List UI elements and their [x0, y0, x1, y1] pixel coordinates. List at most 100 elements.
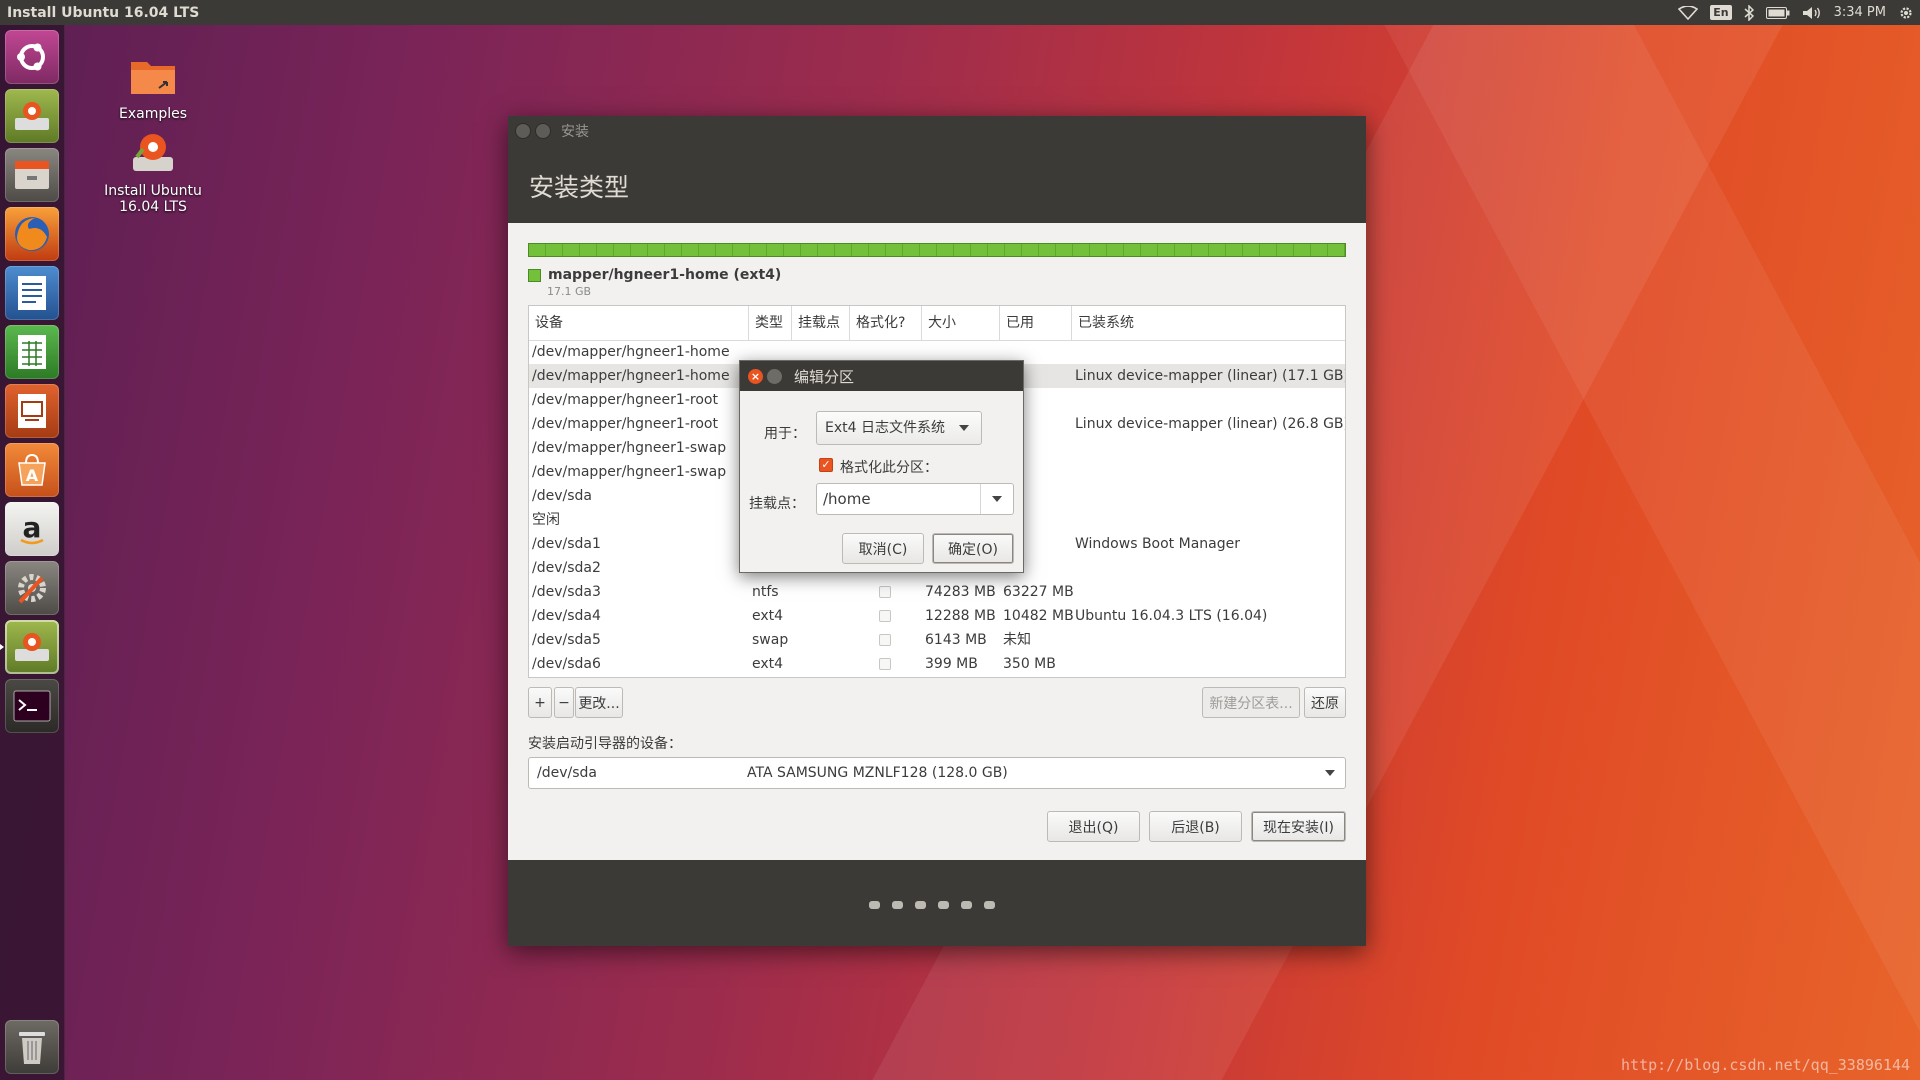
cell-device: /dev/mapper/hgneer1-root [532, 416, 718, 432]
col-size[interactable]: 大小 [922, 306, 1000, 340]
minimize-icon[interactable] [767, 368, 782, 384]
desktop-install-ubuntu[interactable]: Install Ubuntu 16.04 LTS [93, 127, 213, 215]
active-window-title: Install Ubuntu 16.04 LTS [7, 4, 200, 21]
cancel-button[interactable]: 取消(C) [842, 533, 924, 564]
cell-device: /dev/mapper/hgneer1-swap [532, 440, 727, 456]
format-checkbox[interactable] [879, 634, 891, 646]
cell-device: /dev/sda2 [532, 560, 601, 576]
use-as-label: 用于： [764, 426, 806, 442]
progress-dots [869, 901, 995, 909]
partition-size: 17.1 GB [547, 285, 592, 298]
installer-icon[interactable] [5, 89, 59, 143]
quit-button[interactable]: 退出(Q) [1047, 811, 1140, 842]
col-device[interactable]: 设备 [529, 306, 749, 340]
cell-used: 未知 [1003, 632, 1031, 648]
col-system[interactable]: 已装系统 [1072, 306, 1345, 340]
change-partition-button[interactable]: 更改... [575, 687, 623, 718]
format-checkbox[interactable]: ✓ [819, 458, 833, 472]
page-title: 安装类型 [529, 173, 630, 202]
use-as-select[interactable]: Ext4 日志文件系统 [816, 411, 982, 445]
cell-system: Linux device-mapper (linear) (26.8 GB) [1075, 416, 1346, 432]
ubuntu-dash-icon[interactable] [5, 30, 59, 84]
minimize-icon[interactable] [535, 123, 551, 139]
partition-color-swatch [528, 268, 541, 282]
system-settings-icon[interactable] [5, 561, 59, 615]
cell-used: 10482 MB [1003, 608, 1074, 624]
clock[interactable]: 3:34 PM [1834, 5, 1886, 20]
boot-device-select[interactable]: /dev/sda ATA SAMSUNG MZNLF128 (128.0 GB) [528, 757, 1346, 789]
mount-point-combo[interactable]: /home [816, 483, 1014, 515]
gear-icon[interactable] [1898, 5, 1914, 21]
cell-type: ntfs [752, 584, 779, 600]
software-center-icon[interactable]: A [5, 443, 59, 497]
terminal-icon[interactable] [5, 679, 59, 733]
format-label: 格式化此分区： [840, 460, 938, 476]
keyboard-layout-indicator[interactable]: En [1710, 5, 1732, 20]
col-type[interactable]: 类型 [749, 306, 792, 340]
cell-size: 74283 MB [925, 584, 996, 600]
cell-type: ext4 [752, 608, 784, 624]
remove-partition-button[interactable]: − [554, 687, 574, 718]
new-partition-table-button[interactable]: 新建分区表... [1202, 687, 1300, 718]
calc-icon[interactable] [5, 325, 59, 379]
window-titlebar[interactable]: 安装 [508, 116, 1366, 146]
cell-system: Linux device-mapper (linear) (17.1 GB) [1075, 368, 1346, 384]
install-now-button[interactable]: 现在安装(I) [1251, 811, 1346, 842]
format-checkbox[interactable] [879, 610, 891, 622]
col-format[interactable]: 格式化? [850, 306, 922, 340]
desktop-examples[interactable]: Examples [93, 50, 213, 122]
add-partition-button[interactable]: + [528, 687, 552, 718]
volume-icon[interactable] [1802, 6, 1822, 20]
cell-size: 12288 MB [925, 608, 996, 624]
cell-system: Ubuntu 16.04.3 LTS (16.04) [1075, 608, 1268, 624]
writer-icon[interactable] [5, 266, 59, 320]
desktop-install-label-2: 16.04 LTS [119, 199, 187, 215]
cell-device: /dev/sda3 [532, 584, 601, 600]
wifi-icon[interactable] [1678, 5, 1699, 20]
cell-size: 399 MB [925, 656, 978, 672]
table-row[interactable]: /dev/sda4 ext4 12288 MB 10482 MB Ubuntu 16.0… [529, 604, 1345, 628]
table-row[interactable]: /dev/sda6 ext4 399 MB 350 MB [529, 652, 1345, 676]
running-indicator [0, 644, 4, 650]
cell-used: 350 MB [1003, 656, 1056, 672]
col-used[interactable]: 已用 [1000, 306, 1072, 340]
format-checkbox[interactable] [879, 658, 891, 670]
indicator-area: En 3:34 PM [1678, 0, 1914, 25]
dialog-titlebar[interactable]: × 编辑分区 [740, 361, 1023, 391]
edit-partition-dialog: × 编辑分区 用于： Ext4 日志文件系统 ✓ 格式化此分区： 挂载点： /h… [739, 360, 1024, 573]
boot-loader-label: 安装启动引导器的设备： [528, 736, 682, 752]
boot-device-value: /dev/sda [537, 765, 597, 781]
ok-button[interactable]: 确定(O) [932, 533, 1014, 564]
amazon-icon[interactable]: a [5, 502, 59, 556]
table-row[interactable]: /dev/sda5 swap 6143 MB 未知 [529, 628, 1345, 652]
cell-device: /dev/sda1 [532, 536, 601, 552]
battery-icon[interactable] [1765, 6, 1790, 19]
installer-icon [127, 127, 179, 179]
mount-point-input[interactable]: /home [823, 484, 871, 514]
firefox-icon[interactable] [5, 207, 59, 261]
close-icon[interactable] [515, 123, 531, 139]
trash-icon[interactable] [5, 1020, 59, 1074]
progress-dot [869, 901, 880, 909]
file-manager-icon[interactable] [5, 148, 59, 202]
bluetooth-icon[interactable] [1744, 4, 1754, 21]
boot-device-description: ATA SAMSUNG MZNLF128 (128.0 GB) [747, 765, 1008, 781]
format-checkbox[interactable] [879, 586, 891, 598]
use-as-value: Ext4 日志文件系统 [825, 420, 945, 436]
mount-point-label: 挂载点： [749, 496, 805, 512]
cell-device: 空闲 [532, 512, 560, 528]
revert-button[interactable]: 还原 [1304, 687, 1346, 718]
progress-dot [938, 901, 949, 909]
table-row[interactable]: /dev/sda3 ntfs 74283 MB 63227 MB [529, 580, 1345, 604]
top-panel: Install Ubuntu 16.04 LTS En 3:34 PM [0, 0, 1920, 25]
back-button[interactable]: 后退(B) [1149, 811, 1242, 842]
installer-running-icon[interactable] [5, 620, 59, 674]
cell-device: /dev/sda4 [532, 608, 601, 624]
cell-size: 6143 MB [925, 632, 987, 648]
col-mount[interactable]: 挂载点 [792, 306, 850, 340]
impress-icon[interactable] [5, 384, 59, 438]
mount-point-dropdown[interactable] [980, 484, 1013, 514]
chevron-down-icon [992, 496, 1002, 502]
progress-dot [892, 901, 903, 909]
close-icon[interactable]: × [748, 368, 763, 384]
